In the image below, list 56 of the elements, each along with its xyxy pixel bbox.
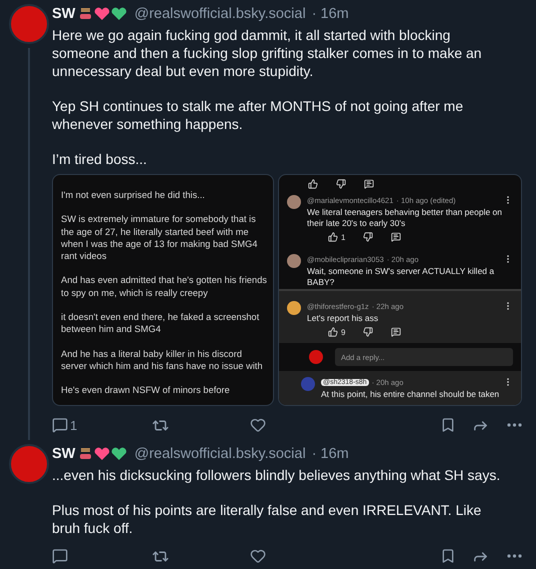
thumbs-up-icon: [328, 232, 338, 242]
thumbs-up-icon: [328, 327, 338, 337]
note-text: And he has a literal baby killer in his discord server which him and his fans have no issue with: [61, 348, 264, 372]
comment-text: Wait, someone in SW's server ACTUALLY killed a BABY?: [307, 266, 496, 288]
reply-icon[interactable]: [391, 232, 402, 242]
like-button[interactable]: [250, 417, 266, 433]
speech-bubble-icon: [52, 417, 68, 433]
reply-icon[interactable]: [391, 327, 402, 337]
emoji-icons: [78, 6, 128, 22]
more-button[interactable]: [507, 554, 522, 558]
reply-icon[interactable]: [364, 179, 374, 189]
post-text: Here we go again fucking god dammit, it all started with blocking someone and then a fucking slop grifting stalker comes in to make an unnecessary deal but even more stupidity.: [52, 26, 483, 80]
like-button[interactable]: [250, 548, 266, 564]
dislike-icon[interactable]: [363, 232, 374, 242]
author-name[interactable]: SW: [52, 446, 76, 462]
post-text: Yep SH continues to stalk me after MONTHS of not going after me whenever something happens.: [52, 97, 464, 133]
more-button[interactable]: [507, 423, 522, 427]
comment-text: At this point, his entire channel should be taken: [321, 389, 500, 400]
author-handle[interactable]: @realswofficial.bsky.social: [134, 446, 306, 462]
note-text: it doesn't even end there, he faked a screenshot between him and SMG4: [61, 311, 260, 336]
emoji-icons: [78, 446, 128, 462]
user-avatar[interactable]: [9, 444, 49, 484]
note-text: SW is extremely immature for somebody that is the age of 27, he literally started beef with me when I was the age of 13 for making bad SMG4 rant videos: [61, 213, 258, 262]
more-icon: [507, 423, 522, 427]
post-time[interactable]: · 16m: [312, 6, 349, 22]
post-text: ...even his dicksucking followers blindly believes anything what SH says.: [52, 466, 502, 484]
avatar: [287, 195, 301, 209]
heart-icon: [250, 548, 266, 564]
dislike-icon[interactable]: [363, 327, 374, 337]
comment-text: We literal teenagers behaving better than people on their late 20's to early 30's: [307, 207, 504, 229]
avatar: [301, 377, 315, 391]
speech-bubble-icon: [52, 548, 68, 564]
reply-button[interactable]: 1: [52, 417, 152, 433]
post-text: Plus most of his points are literally false and even IRRELEVANT. Like bruh fuck off.: [52, 501, 482, 537]
author-name[interactable]: SW: [52, 6, 76, 22]
heart-icon: [250, 417, 266, 433]
bookmark-icon: [440, 417, 456, 433]
like-icon[interactable]: [308, 179, 318, 189]
like-button[interactable]: 9: [328, 327, 346, 337]
author-handle[interactable]: @realswofficial.bsky.social: [134, 6, 306, 22]
post-text: I’m tired boss...: [52, 150, 148, 168]
user-avatar[interactable]: [9, 4, 49, 44]
avatar: [287, 301, 301, 315]
post-time[interactable]: · 16m: [312, 446, 349, 462]
note-text: I'm not even surprised he did this...: [61, 189, 206, 202]
bookmark-button[interactable]: [440, 548, 456, 564]
note-text: And has even admitted that he's gotten his friends to spy on me, which is really creepy: [61, 274, 267, 300]
dislike-icon[interactable]: [336, 179, 346, 189]
more-icon: [507, 554, 522, 558]
like-button[interactable]: 1: [328, 232, 346, 242]
avatar: [287, 254, 301, 268]
bookmark-icon: [440, 548, 456, 564]
avatar: [309, 350, 323, 364]
bookmark-button[interactable]: [440, 417, 456, 433]
comment-text: Let's report his ass: [307, 313, 380, 324]
note-text: He's even drawn NSFW of minors before: [61, 384, 231, 397]
